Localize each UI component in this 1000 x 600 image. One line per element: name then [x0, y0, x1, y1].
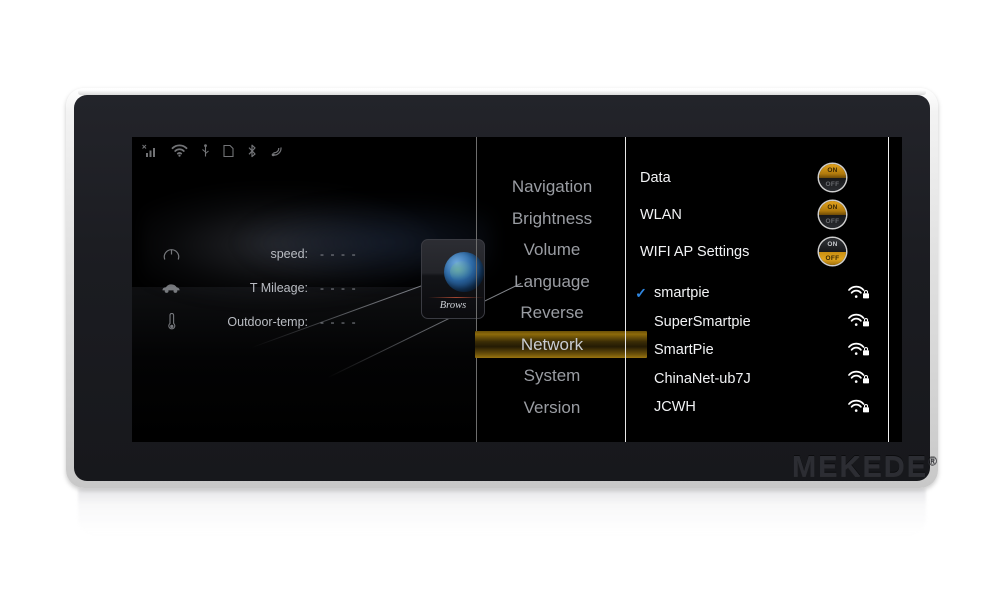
vehicle-info-row-speed: speed: - - - -	[156, 237, 357, 271]
bluetooth-icon	[247, 144, 257, 163]
vehicle-info-value: - - - -	[320, 315, 358, 329]
toggle-on-text: ON	[819, 238, 846, 252]
status-bar	[142, 143, 284, 163]
toggle-row-wlan: WLAN ON OFF	[628, 196, 888, 233]
menu-item-label: System	[523, 366, 581, 385]
usb-icon	[201, 143, 210, 163]
wifi-ap-toggle-switch[interactable]: ON OFF	[819, 238, 846, 265]
menu-item-system[interactable]: System	[479, 360, 625, 392]
wifi-list-item[interactable]: SmartPie	[628, 336, 888, 365]
wifi-list-item[interactable]: ✓ smartpie	[628, 279, 888, 308]
panel-divider	[888, 137, 889, 442]
menu-item-language[interactable]: Language	[479, 266, 625, 298]
screenshot-root: MEKEDE® speed: - - - - T Mileage: - - - …	[0, 0, 1000, 600]
vehicle-info-row-temp: Outdoor-temp: - - - -	[156, 305, 357, 339]
wifi-secured-icon	[848, 342, 888, 359]
menu-item-label: Reverse	[520, 303, 584, 322]
car-icon	[156, 282, 186, 294]
vehicle-info-value: - - - -	[320, 247, 358, 261]
menu-item-brightness[interactable]: Brightness	[479, 203, 625, 235]
device-inner-frame: MEKEDE® speed: - - - - T Mileage: - - - …	[74, 95, 937, 483]
toggle-row-wifi-ap: WIFI AP Settings ON OFF	[628, 233, 888, 270]
toggle-off-text: OFF	[819, 177, 846, 191]
brand-logo: MEKEDE®	[792, 451, 939, 484]
panel-divider	[476, 137, 477, 442]
sim-card-icon	[223, 144, 234, 163]
menu-item-network[interactable]: Network	[475, 329, 647, 361]
wifi-ssid-label: SuperSmartpie	[654, 313, 751, 330]
data-toggle-switch[interactable]: ON OFF	[819, 164, 846, 191]
wifi-secured-icon	[848, 399, 888, 416]
wifi-ssid-label: SmartPie	[654, 342, 714, 359]
menu-item-label: Brightness	[511, 208, 593, 228]
brand-trademark-symbol: ®	[928, 454, 939, 469]
wifi-network-list: ✓ smartpie SuperSmartpie SmartPie ChinaN…	[628, 279, 888, 422]
vehicle-info-label: speed:	[270, 247, 308, 261]
wifi-ssid-label: ChinaNet-ub7J	[654, 370, 751, 387]
sound-waves-icon	[270, 144, 284, 163]
menu-item-volume[interactable]: Volume	[479, 234, 625, 266]
menu-item-label: Navigation	[511, 177, 593, 196]
menu-item-version[interactable]: Version	[479, 392, 625, 424]
network-toggles-list: Data ON OFF WLAN ON OFF WIFI AP Settings…	[628, 159, 888, 270]
toggle-label: WLAN	[640, 206, 682, 223]
display-screen: speed: - - - - T Mileage: - - - - Outdoo…	[132, 137, 902, 442]
menu-item-label: Version	[523, 397, 581, 417]
wifi-secured-icon	[848, 370, 888, 387]
menu-item-label: Volume	[523, 240, 581, 259]
toggle-on-text: ON	[819, 201, 846, 215]
speedometer-icon	[156, 246, 186, 263]
toggle-off-text: OFF	[819, 251, 846, 265]
wlan-toggle-switch[interactable]: ON OFF	[819, 201, 846, 228]
wifi-list-item[interactable]: SuperSmartpie	[628, 308, 888, 337]
wifi-list-item[interactable]: ChinaNet-ub7J	[628, 365, 888, 394]
car-head-unit-device: MEKEDE® speed: - - - - T Mileage: - - - …	[66, 88, 938, 488]
browser-widget-label: Brows	[439, 300, 467, 311]
toggle-label: WIFI AP Settings	[640, 243, 750, 260]
brand-logo-text: MEKEDE	[792, 451, 929, 483]
menu-item-navigation[interactable]: Navigation	[479, 171, 625, 203]
globe-icon	[444, 252, 484, 292]
vehicle-info-label: Outdoor-temp:	[227, 315, 308, 329]
menu-item-label: Language	[514, 271, 590, 291]
toggle-row-data: Data ON OFF	[628, 159, 888, 196]
menu-item-label: Network	[520, 334, 584, 354]
thermometer-icon	[156, 313, 186, 331]
wifi-ssid-label: JCWH	[654, 399, 696, 416]
settings-menu-list: Navigation Brightness Volume Language Re…	[475, 171, 647, 424]
toggle-off-text: OFF	[819, 214, 846, 228]
vehicle-info-value: - - - -	[320, 281, 358, 295]
signal-bars-no-service-icon	[142, 144, 158, 163]
network-settings-panel: Data ON OFF WLAN ON OFF WIFI AP Settings…	[628, 137, 888, 442]
wifi-ssid-label: smartpie	[654, 285, 710, 302]
toggle-on-text: ON	[819, 164, 846, 178]
connected-check-icon: ✓	[635, 284, 647, 301]
panel-divider	[625, 137, 626, 442]
vehicle-info-row-mileage: T Mileage: - - - -	[156, 271, 357, 305]
menu-item-reverse[interactable]: Reverse	[479, 297, 625, 329]
vehicle-info-list: speed: - - - - T Mileage: - - - - Outdoo…	[156, 237, 357, 339]
wifi-secured-icon	[848, 285, 888, 302]
settings-menu-panel: Navigation Brightness Volume Language Re…	[475, 137, 647, 442]
toggle-label: Data	[640, 169, 671, 186]
wifi-list-item[interactable]: JCWH	[628, 393, 888, 422]
wifi-secured-icon	[848, 313, 888, 330]
wifi-icon	[171, 144, 188, 162]
vehicle-info-label: T Mileage:	[249, 281, 308, 295]
device-reflection	[78, 489, 926, 535]
vehicle-info-panel: speed: - - - - T Mileage: - - - - Outdoo…	[132, 137, 522, 442]
